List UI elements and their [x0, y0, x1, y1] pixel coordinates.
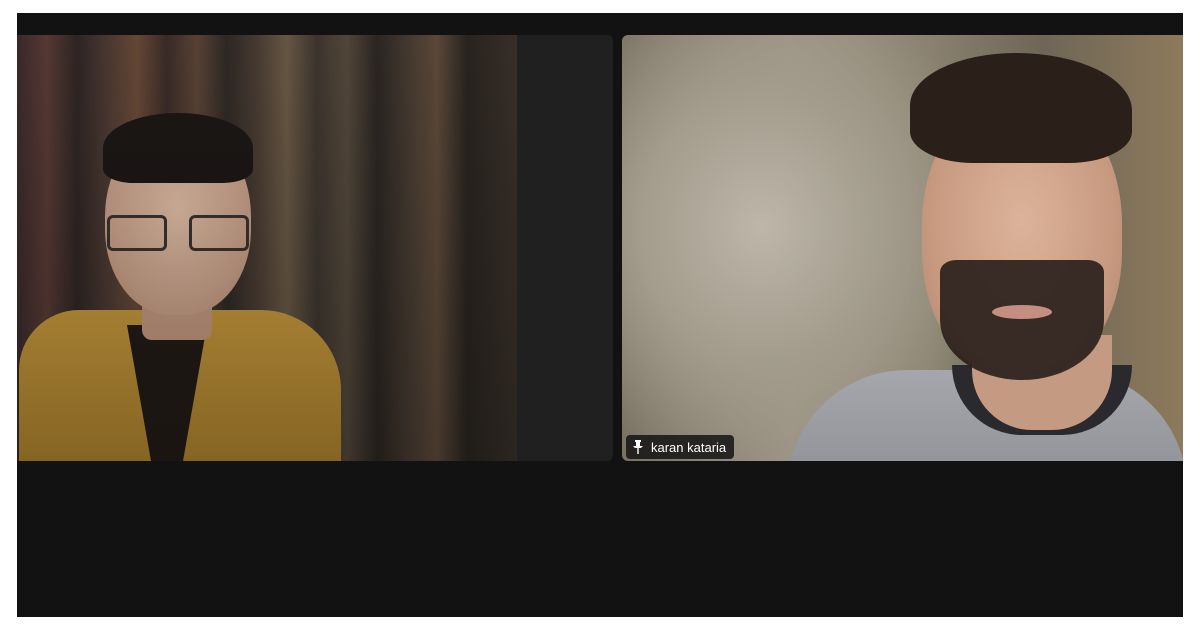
- participant-face: [105, 125, 251, 315]
- participant-name-tag[interactable]: karan kataria: [626, 435, 735, 459]
- participant-glasses: [107, 215, 249, 253]
- participant-jacket: [19, 310, 341, 461]
- video-call-window: karan kataria: [17, 13, 1183, 617]
- participant-hair: [910, 53, 1132, 163]
- participant-tile-left[interactable]: [17, 35, 613, 461]
- participant-name: karan kataria: [651, 439, 727, 455]
- pin-icon[interactable]: [632, 440, 644, 454]
- participant-neck: [142, 290, 212, 340]
- participant-shirt: [127, 325, 207, 461]
- participant-beard: [940, 260, 1104, 380]
- participant-mouth: [992, 305, 1052, 319]
- participant-hair: [103, 113, 253, 183]
- participant-video-left: [17, 35, 517, 461]
- participant-tile-right[interactable]: karan kataria: [622, 35, 1183, 461]
- participant-video-right: [622, 35, 1183, 461]
